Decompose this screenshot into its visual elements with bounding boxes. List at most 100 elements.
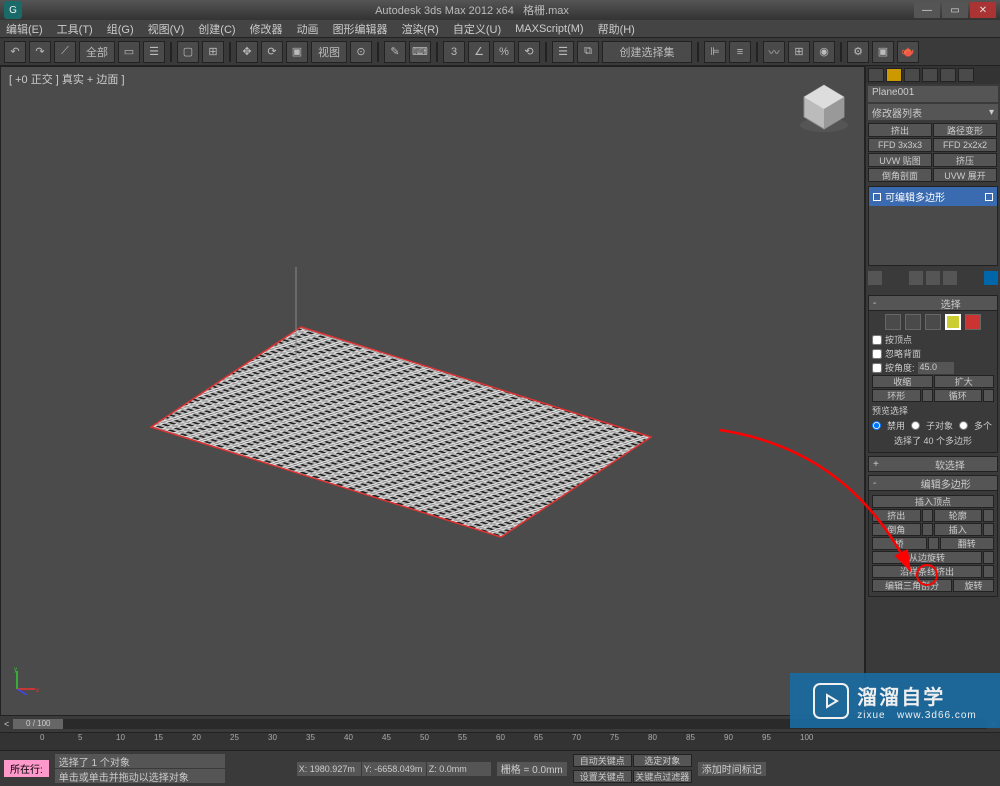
mirror-button[interactable]: ⧉: [577, 41, 599, 63]
menu-edit[interactable]: 编辑(E): [6, 21, 43, 37]
menu-render[interactable]: 渲染(R): [402, 21, 439, 37]
ring-opt-icon[interactable]: [922, 389, 933, 402]
preview-disable-radio[interactable]: [872, 421, 881, 430]
outline-button[interactable]: 轮廓: [934, 509, 983, 522]
schematic-icon[interactable]: ⊞: [788, 41, 810, 63]
menu-help[interactable]: 帮助(H): [598, 21, 635, 37]
display-tab-icon[interactable]: [940, 68, 956, 82]
align-button[interactable]: ⊫: [704, 41, 726, 63]
mod-uvwunwrap[interactable]: UVW 展开: [933, 168, 997, 182]
utilities-tab-icon[interactable]: [958, 68, 974, 82]
ignore-back-checkbox[interactable]: [872, 349, 882, 359]
inset-button[interactable]: 插入: [934, 523, 983, 536]
border-sub-icon[interactable]: [925, 314, 941, 330]
named-sel-set[interactable]: 创建选择集: [602, 41, 692, 63]
mod-uvwmap[interactable]: UVW 贴图: [868, 153, 932, 167]
hinge-button[interactable]: 从边旋转: [872, 551, 982, 564]
bevel-button[interactable]: 倒角: [872, 523, 921, 536]
bridge-settings-button[interactable]: [928, 537, 939, 550]
extrude-spline-settings-button[interactable]: [983, 565, 994, 578]
show-end-icon[interactable]: [909, 271, 923, 285]
layers-button[interactable]: ≡: [729, 41, 751, 63]
motion-tab-icon[interactable]: [922, 68, 938, 82]
preview-subobj-radio[interactable]: [911, 421, 920, 430]
rotate-button[interactable]: ⟳: [261, 41, 283, 63]
coord-z[interactable]: Z: 0.0mm: [427, 762, 491, 776]
inset-settings-button[interactable]: [983, 523, 994, 536]
select-name-button[interactable]: ☰: [143, 41, 165, 63]
rollout-editpoly-header[interactable]: -编辑多边形: [868, 475, 998, 491]
snap-toggle[interactable]: 3: [443, 41, 465, 63]
vertex-sub-icon[interactable]: [885, 314, 901, 330]
rollout-softsel-header[interactable]: +软选择: [868, 456, 998, 472]
preview-multi-radio[interactable]: [959, 421, 968, 430]
mod-ffd2[interactable]: FFD 2x2x2: [933, 138, 997, 152]
close-button[interactable]: ✕: [970, 2, 996, 18]
percent-snap[interactable]: %: [493, 41, 515, 63]
keyboard-icon[interactable]: ⌨: [409, 41, 431, 63]
ref-coord[interactable]: 视图: [311, 41, 347, 63]
rollout-selection-header[interactable]: -选择: [868, 295, 998, 311]
coord-x[interactable]: X: 1980.927m: [297, 762, 361, 776]
undo-button[interactable]: ↶: [4, 41, 26, 63]
redo-button[interactable]: ↷: [29, 41, 51, 63]
menu-modifier[interactable]: 修改器: [250, 21, 283, 37]
modifier-list-dropdown[interactable]: 修改器列表▾: [868, 104, 998, 120]
make-unique-icon[interactable]: [926, 271, 940, 285]
render-button[interactable]: 🫖: [897, 41, 919, 63]
named-sel-icon[interactable]: ☰: [552, 41, 574, 63]
minimize-button[interactable]: —: [914, 2, 940, 18]
mod-bevelprofile[interactable]: 倒角剖面: [868, 168, 932, 182]
time-handle[interactable]: 0 / 100: [13, 719, 63, 729]
sel-set-dropdown[interactable]: 选定对象: [633, 754, 692, 767]
extrude-button[interactable]: 挤出: [872, 509, 921, 522]
element-sub-icon[interactable]: [965, 314, 981, 330]
modifier-stack[interactable]: 可编辑多边形: [868, 186, 998, 266]
script-listener[interactable]: 所在行:: [4, 760, 49, 777]
menu-graph[interactable]: 图形编辑器: [333, 21, 388, 37]
angle-snap[interactable]: ∠: [468, 41, 490, 63]
turn-button[interactable]: 旋转: [953, 579, 994, 592]
key-filter-button[interactable]: 关键点过滤器: [633, 770, 692, 783]
menu-create[interactable]: 创建(C): [198, 21, 235, 37]
mod-squeeze[interactable]: 挤压: [933, 153, 997, 167]
link-button[interactable]: ⟋: [54, 41, 76, 63]
pivot-icon[interactable]: ⊙: [350, 41, 372, 63]
menu-tools[interactable]: 工具(T): [57, 21, 93, 37]
hierarchy-tab-icon[interactable]: [904, 68, 920, 82]
manip-button[interactable]: ✎: [384, 41, 406, 63]
bridge-button[interactable]: 桥: [872, 537, 927, 550]
add-time-tag[interactable]: 添加时间标记: [698, 762, 766, 776]
render-setup-icon[interactable]: ⚙: [847, 41, 869, 63]
render-frame-icon[interactable]: ▣: [872, 41, 894, 63]
flip-button[interactable]: 翻转: [940, 537, 995, 550]
menu-custom[interactable]: 自定义(U): [453, 21, 501, 37]
bevel-settings-button[interactable]: [922, 523, 933, 536]
menu-group[interactable]: 组(G): [107, 21, 134, 37]
loop-opt-icon[interactable]: [983, 389, 994, 402]
menu-script[interactable]: MAXScript(M): [515, 23, 583, 35]
grow-button[interactable]: 扩大: [934, 375, 995, 388]
menu-anim[interactable]: 动画: [297, 21, 319, 37]
by-angle-checkbox[interactable]: [872, 363, 882, 373]
outline-settings-button[interactable]: [983, 509, 994, 522]
stack-editable-poly[interactable]: 可编辑多边形: [869, 187, 997, 206]
autokey-button[interactable]: 自动关键点: [573, 754, 632, 767]
select-button[interactable]: ▭: [118, 41, 140, 63]
angle-spinner[interactable]: 45.0: [918, 362, 954, 374]
by-vertex-checkbox[interactable]: [872, 335, 882, 345]
selection-filter[interactable]: 全部: [79, 41, 115, 63]
setkey-button[interactable]: 设置关键点: [573, 770, 632, 783]
configure-sets-icon[interactable]: [984, 271, 998, 285]
poly-sub-icon[interactable]: [945, 314, 961, 330]
object-name-field[interactable]: Plane001: [868, 86, 998, 102]
ring-button[interactable]: 环形: [872, 389, 921, 402]
mod-ffd3[interactable]: FFD 3x3x3: [868, 138, 932, 152]
shrink-button[interactable]: 收缩: [872, 375, 933, 388]
mod-extrude[interactable]: 挤出: [868, 123, 932, 137]
curve-editor-icon[interactable]: 〰: [763, 41, 785, 63]
move-button[interactable]: ✥: [236, 41, 258, 63]
maximize-button[interactable]: ▭: [942, 2, 968, 18]
modify-tab-icon[interactable]: [886, 68, 902, 82]
window-cross-icon[interactable]: ⊞: [202, 41, 224, 63]
